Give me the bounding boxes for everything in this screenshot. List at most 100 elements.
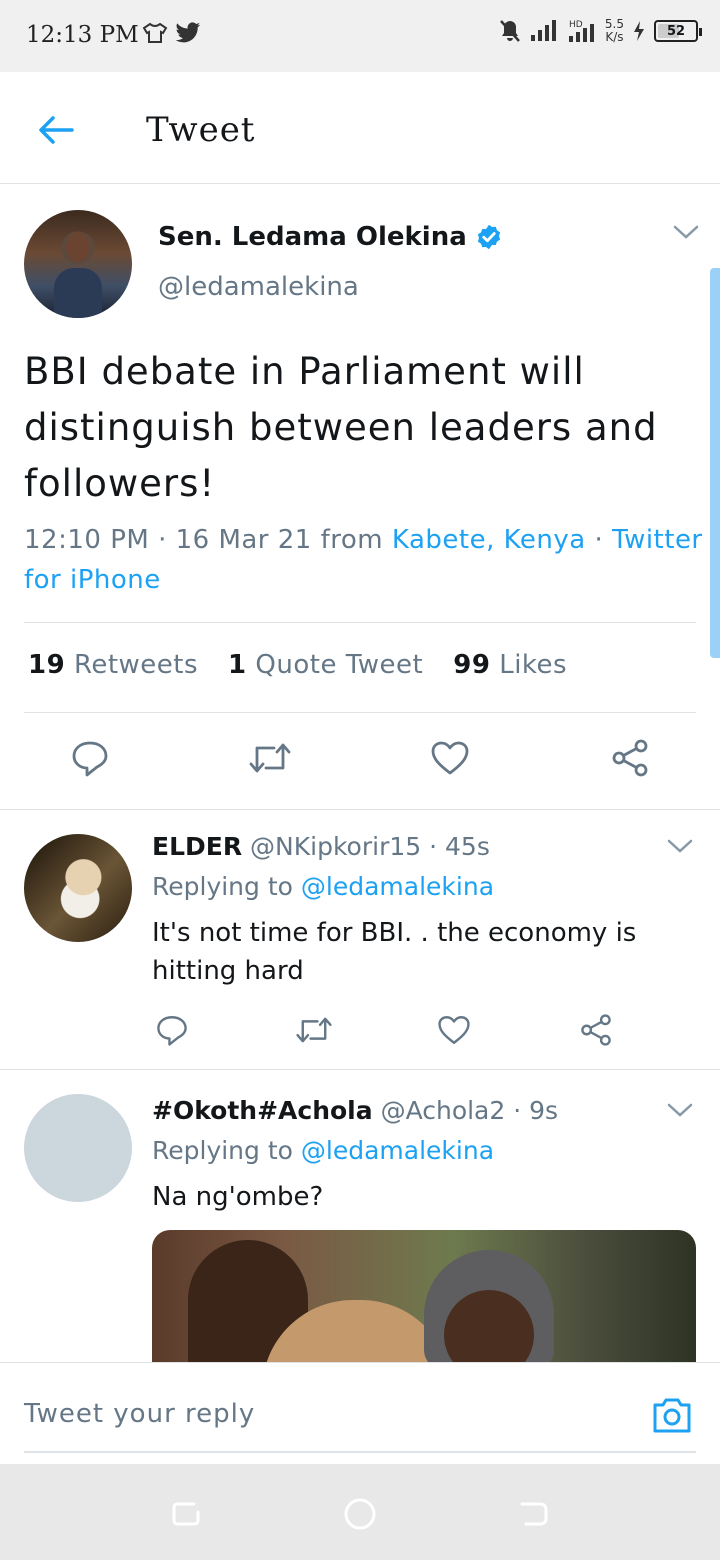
charging-icon (634, 21, 644, 41)
back-nav-icon (520, 1502, 548, 1526)
share-button[interactable] (608, 736, 652, 780)
system-nav-bar (0, 1464, 720, 1560)
reply-input-underline (24, 1451, 696, 1453)
home-button[interactable] (340, 1494, 380, 1534)
share-icon (612, 739, 648, 777)
reply-icon (72, 741, 108, 777)
author-name: Sen. Ledama Olekina (158, 222, 467, 252)
like-button[interactable] (428, 736, 472, 780)
app-header: Tweet (0, 72, 720, 184)
recents-button[interactable] (166, 1494, 206, 1534)
signal-hd-icon: HD (568, 20, 594, 42)
retweet-button[interactable] (294, 1010, 334, 1050)
retweets-count: 19 (28, 650, 66, 680)
likes-stat[interactable]: 99 Likes (453, 650, 567, 680)
signal-icon (530, 20, 556, 41)
reply-author-handle[interactable]: @NKipkorir15 (250, 832, 421, 861)
retweets-label: Retweets (73, 650, 199, 680)
main-tweet: Sen. Ledama Olekina @ledamalekina BBI de… (0, 184, 720, 810)
meta-separator: · (585, 525, 612, 555)
battery-level: 52 (666, 23, 686, 39)
reply-author-handle[interactable]: @Achola2 (381, 1096, 506, 1125)
reply-text: It's not time for BBI. . the economy is … (152, 918, 637, 986)
back-arrow-icon (39, 116, 74, 144)
reply-text: Na ng'ombe? (152, 1182, 324, 1212)
retweet-button[interactable] (248, 736, 292, 780)
back-button[interactable] (32, 106, 80, 154)
author-handle[interactable]: @ledamalekina (158, 272, 359, 302)
back-nav-button[interactable] (514, 1494, 554, 1534)
tweet-actions (0, 736, 720, 786)
chevron-down-icon (667, 1103, 693, 1117)
likes-count: 99 (453, 650, 491, 680)
avatar-suit-shape (54, 268, 102, 318)
author-name-row[interactable]: Sen. Ledama Olekina (158, 222, 503, 252)
avatar-face-shape (66, 232, 90, 262)
reply-button[interactable] (152, 1010, 192, 1050)
tweet-meta: 12:10 PM · 16 Mar 21 from Kabete, Kenya … (24, 520, 704, 600)
network-speed: 5.5 K/s (605, 18, 624, 44)
reply-tweet[interactable]: #Okoth#Achola @Achola2 · 9s Replying to … (0, 1070, 720, 1470)
reply-author-name[interactable]: #Okoth#Achola (152, 1096, 373, 1125)
status-bar: 12:13 PM HD 5.5 K/s 52 (0, 0, 720, 72)
home-circle-icon (344, 1498, 376, 1530)
reply-options-button[interactable] (666, 1102, 694, 1122)
quotes-label: Quote Tweet (255, 650, 424, 680)
battery-icon: 52 (654, 20, 702, 42)
heart-icon (431, 741, 469, 775)
reply-button[interactable] (68, 736, 112, 780)
replying-prefix: Replying to (152, 1136, 293, 1165)
reply-header: #Okoth#Achola @Achola2 · 9s (152, 1096, 558, 1125)
status-time: 12:13 PM (26, 22, 139, 48)
reply-author-name[interactable]: ELDER (152, 832, 242, 861)
reply-options-button[interactable] (666, 838, 694, 858)
svg-text:HD: HD (569, 20, 583, 30)
scroll-edge-indicator (710, 268, 720, 658)
replying-to: Replying to @ledamalekina (152, 872, 494, 901)
avatar[interactable] (24, 210, 132, 318)
shirt-icon (142, 22, 168, 43)
replying-prefix: Replying to (152, 872, 293, 901)
retweet-icon (296, 1017, 332, 1043)
reply-header: ELDER @NKipkorir15 · 45s (152, 832, 490, 861)
share-icon (581, 1014, 611, 1046)
camera-icon (653, 1398, 691, 1433)
avatar[interactable] (24, 834, 132, 942)
like-button[interactable] (434, 1010, 474, 1050)
reply-time: · 45s (429, 832, 490, 861)
chevron-down-icon (673, 225, 699, 239)
retweet-icon (249, 743, 291, 773)
status-system-icons: HD 5.5 K/s 52 (499, 18, 702, 44)
tweet-stats: 19 Retweets 1 Quote Tweet 99 Likes (28, 650, 567, 680)
page-title: Tweet (146, 110, 256, 150)
replying-to-link[interactable]: @ledamalekina (301, 1136, 494, 1165)
tweet-options-button[interactable] (672, 224, 700, 244)
replying-to: Replying to @ledamalekina (152, 1136, 494, 1165)
share-button[interactable] (576, 1010, 616, 1050)
likes-label: Likes (499, 650, 568, 680)
tweet-time: 12:10 PM · 16 Mar 21 from (24, 525, 392, 555)
chevron-down-icon (667, 839, 693, 853)
status-notification-icons (142, 22, 202, 44)
reply-icon (157, 1016, 187, 1046)
speed-unit: K/s (605, 30, 624, 44)
recents-icon (172, 1502, 200, 1526)
replying-to-link[interactable]: @ledamalekina (301, 872, 494, 901)
divider (24, 712, 696, 713)
reply-input[interactable]: Tweet your reply (24, 1399, 255, 1429)
quotes-count: 1 (228, 650, 247, 680)
avatar[interactable] (24, 1094, 132, 1202)
divider (24, 622, 696, 623)
quote-tweets-stat[interactable]: 1 Quote Tweet (228, 650, 423, 680)
reply-composer: Tweet your reply (0, 1362, 720, 1464)
reply-tweet[interactable]: ELDER @NKipkorir15 · 45s Replying to @le… (0, 810, 720, 1070)
verified-badge-icon (477, 224, 500, 250)
mute-bell-icon (499, 20, 520, 42)
tweet-location-link[interactable]: Kabete, Kenya (392, 525, 586, 555)
tweet-text: BBI debate in Parliament will distinguis… (24, 350, 658, 505)
twitter-bird-icon (175, 22, 201, 43)
camera-button[interactable] (648, 1391, 696, 1439)
heart-icon (438, 1016, 470, 1044)
reply-time: · 9s (513, 1096, 559, 1125)
retweets-stat[interactable]: 19 Retweets (28, 650, 198, 680)
